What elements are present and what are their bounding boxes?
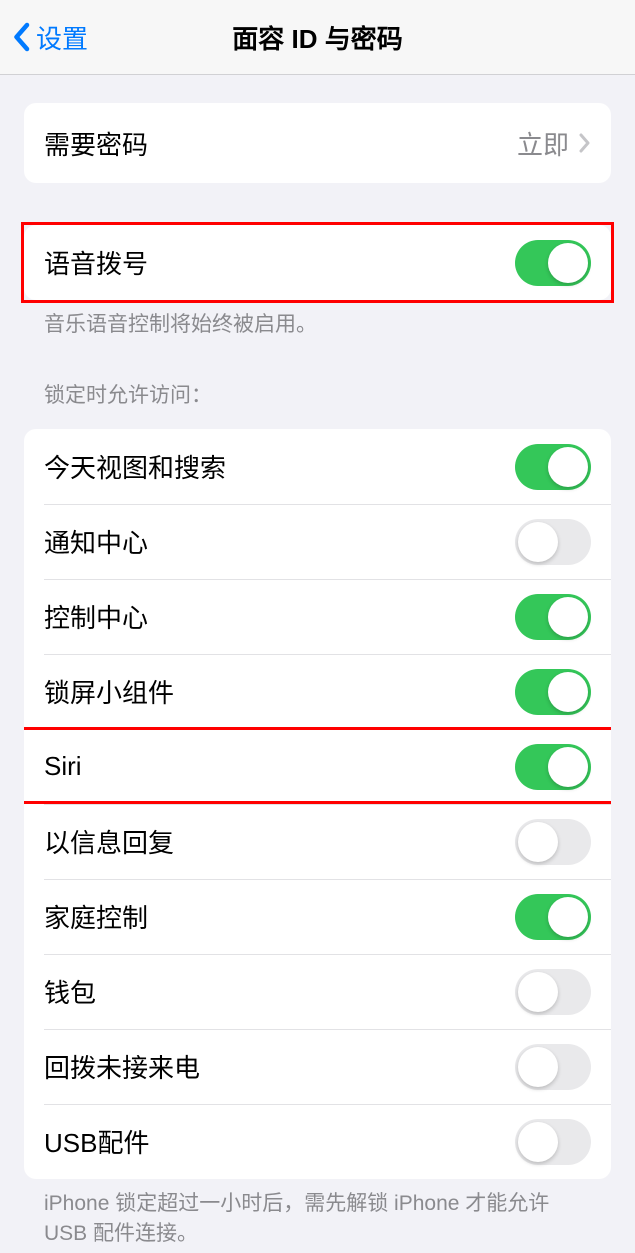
voice-dial-label: 语音拨号 bbox=[44, 244, 148, 281]
voice-dial-footer: 音乐语音控制将始终被启用。 bbox=[24, 300, 611, 339]
siri-toggle[interactable] bbox=[515, 744, 591, 790]
control-center-row: 控制中心 bbox=[24, 579, 611, 654]
require-passcode-label: 需要密码 bbox=[44, 125, 148, 162]
wallet-label: 钱包 bbox=[44, 973, 96, 1010]
return-missed-calls-label: 回拨未接来电 bbox=[44, 1048, 200, 1085]
reply-with-message-label: 以信息回复 bbox=[44, 823, 174, 860]
voice-dial-group: 语音拨号 bbox=[24, 225, 611, 300]
header: 设置 面容 ID 与密码 bbox=[0, 0, 635, 75]
voice-dial-toggle[interactable] bbox=[515, 240, 591, 286]
notification-center-row: 通知中心 bbox=[24, 504, 611, 579]
lock-screen-widgets-toggle[interactable] bbox=[515, 669, 591, 715]
return-missed-calls-row: 回拨未接来电 bbox=[24, 1029, 611, 1104]
siri-row: Siri bbox=[24, 729, 611, 804]
control-center-toggle[interactable] bbox=[515, 594, 591, 640]
notification-center-label: 通知中心 bbox=[44, 523, 148, 560]
page-title: 面容 ID 与密码 bbox=[232, 19, 402, 56]
require-passcode-row[interactable]: 需要密码 立即 bbox=[24, 103, 611, 183]
home-control-toggle[interactable] bbox=[515, 894, 591, 940]
today-view-search-label: 今天视图和搜索 bbox=[44, 448, 226, 485]
voice-dial-row: 语音拨号 bbox=[24, 225, 611, 300]
lock-screen-widgets-row: 锁屏小组件 bbox=[24, 654, 611, 729]
reply-with-message-row: 以信息回复 bbox=[24, 804, 611, 879]
require-passcode-group: 需要密码 立即 bbox=[24, 103, 611, 183]
wallet-row: 钱包 bbox=[24, 954, 611, 1029]
lock-access-group: 今天视图和搜索通知中心控制中心锁屏小组件 Siri 以信息回复家庭控制钱包回拨未接来… bbox=[24, 429, 611, 1179]
home-control-row: 家庭控制 bbox=[24, 879, 611, 954]
today-view-search-row: 今天视图和搜索 bbox=[24, 429, 611, 504]
home-control-label: 家庭控制 bbox=[44, 898, 148, 935]
back-label: 设置 bbox=[36, 19, 88, 56]
lock-screen-widgets-label: 锁屏小组件 bbox=[44, 673, 174, 710]
back-button[interactable]: 设置 bbox=[12, 19, 88, 56]
control-center-label: 控制中心 bbox=[44, 598, 148, 635]
require-passcode-value: 立即 bbox=[517, 125, 569, 162]
today-view-search-toggle[interactable] bbox=[515, 444, 591, 490]
chevron-right-icon bbox=[579, 133, 591, 153]
siri-label: Siri bbox=[44, 751, 82, 782]
wallet-toggle[interactable] bbox=[515, 969, 591, 1015]
usb-accessories-toggle[interactable] bbox=[515, 1119, 591, 1165]
notification-center-toggle[interactable] bbox=[515, 519, 591, 565]
chevron-left-icon bbox=[12, 22, 30, 52]
lock-access-header: 锁定时允许访问： bbox=[24, 339, 611, 417]
reply-with-message-toggle[interactable] bbox=[515, 819, 591, 865]
usb-accessories-row: USB配件 bbox=[24, 1104, 611, 1179]
lock-access-footer: iPhone 锁定超过一小时后，需先解锁 iPhone 才能允许USB 配件连接… bbox=[24, 1179, 611, 1248]
usb-accessories-label: USB配件 bbox=[44, 1123, 149, 1160]
return-missed-calls-toggle[interactable] bbox=[515, 1044, 591, 1090]
